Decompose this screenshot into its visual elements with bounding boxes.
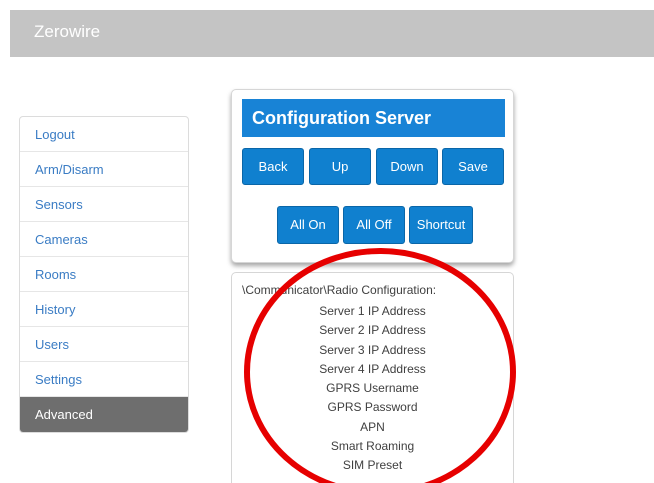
list-item[interactable]: GPRS Username [232,379,513,398]
sidebar-item-sensors[interactable]: Sensors [20,187,188,222]
sidebar-item-users[interactable]: Users [20,327,188,362]
list-item[interactable]: Smart Roaming [232,437,513,456]
list-item[interactable]: Server 4 IP Address [232,360,513,379]
list-item[interactable]: Server 3 IP Address [232,341,513,360]
sidebar-item-history[interactable]: History [20,292,188,327]
sidebar-item-advanced[interactable]: Advanced [20,397,188,432]
sidebar-item-logout[interactable]: Logout [20,117,188,152]
top-bar: Zerowire [10,10,654,57]
sidebar-nav: Logout Arm/Disarm Sensors Cameras Rooms … [19,116,189,433]
list-item[interactable]: APN [232,418,513,437]
config-list: Server 1 IP Address Server 2 IP Address … [232,302,513,476]
down-button[interactable]: Down [376,148,438,185]
sidebar-item-settings[interactable]: Settings [20,362,188,397]
configuration-panel: Configuration Server Back Up Down Save A… [231,89,514,263]
up-button[interactable]: Up [309,148,371,185]
sidebar-item-cameras[interactable]: Cameras [20,222,188,257]
shortcut-button[interactable]: Shortcut [409,206,473,244]
list-item[interactable]: Server 2 IP Address [232,321,513,340]
all-off-button[interactable]: All Off [343,206,405,244]
menu-path: \Communicator\Radio Configuration: [242,283,437,297]
back-button[interactable]: Back [242,148,304,185]
save-button[interactable]: Save [442,148,504,185]
list-item[interactable]: GPRS Password [232,398,513,417]
list-item[interactable]: SIM Preset [232,456,513,475]
brand-title: Zerowire [34,22,101,41]
list-item[interactable]: Server 1 IP Address [232,302,513,321]
all-on-button[interactable]: All On [277,206,339,244]
panel-title: Configuration Server [242,99,505,137]
sidebar-item-arm-disarm[interactable]: Arm/Disarm [20,152,188,187]
radio-configuration-panel: \Communicator\Radio Configuration: Serve… [231,272,514,483]
sidebar-item-rooms[interactable]: Rooms [20,257,188,292]
